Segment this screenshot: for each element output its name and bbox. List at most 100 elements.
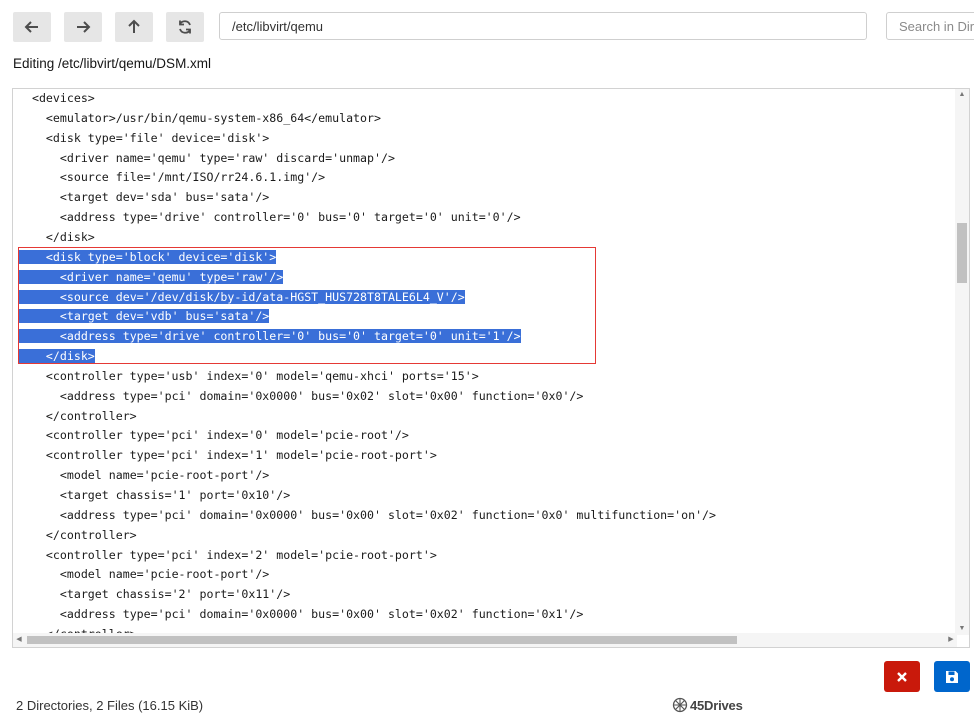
code-line[interactable]: </controller> bbox=[18, 406, 137, 426]
scroll-left-arrow-icon[interactable]: ◀ bbox=[13, 633, 25, 647]
path-input[interactable] bbox=[219, 12, 867, 40]
code-text: <controller type='pci' index='0' model='… bbox=[45, 428, 409, 443]
code-line[interactable]: <controller type='usb' index='0' model='… bbox=[18, 366, 479, 386]
code-line[interactable]: <target dev='vdb' bus='sata'/> bbox=[18, 306, 270, 326]
code-line[interactable]: <model name='pcie-root-port'/> bbox=[18, 564, 269, 584]
code-text: <driver name='qemu' type='raw' discard='… bbox=[59, 150, 395, 165]
selected-code-text[interactable]: </disk> bbox=[45, 349, 95, 364]
code-line[interactable]: <model name='pcie-root-port'/> bbox=[18, 465, 269, 485]
forward-button[interactable] bbox=[64, 12, 102, 42]
cancel-button[interactable] bbox=[884, 661, 920, 692]
back-button[interactable] bbox=[13, 12, 51, 42]
selected-code-text[interactable]: <address type='drive' controller='0' bus… bbox=[59, 329, 521, 344]
code-area[interactable]: <devices> <emulator>/usr/bin/qemu-system… bbox=[13, 89, 955, 633]
code-line[interactable]: </controller> bbox=[18, 624, 137, 633]
code-line[interactable]: </disk> bbox=[18, 346, 95, 366]
code-text: <address type='pci' domain='0x0000' bus=… bbox=[59, 388, 584, 403]
arrow-right-icon bbox=[77, 21, 91, 33]
arrow-up-icon bbox=[128, 19, 140, 33]
code-line[interactable]: <source file='/mnt/ISO/rr24.6.1.img'/> bbox=[18, 167, 325, 187]
vertical-scrollbar[interactable]: ▲ ▼ bbox=[955, 89, 969, 635]
brand-logo: 45Drives bbox=[672, 697, 743, 713]
code-line[interactable]: <disk type='block' device='disk'> bbox=[18, 247, 277, 267]
code-line[interactable]: <address type='drive' controller='0' bus… bbox=[18, 326, 521, 346]
code-line[interactable]: <devices> bbox=[18, 89, 95, 108]
selected-indent bbox=[18, 309, 60, 324]
code-text: <address type='drive' controller='0' bus… bbox=[59, 210, 521, 225]
code-text: <disk type='file' device='disk'> bbox=[45, 130, 270, 145]
code-line[interactable]: <target dev='sda' bus='sata'/> bbox=[18, 187, 269, 207]
code-editor[interactable]: <devices> <emulator>/usr/bin/qemu-system… bbox=[12, 88, 970, 648]
code-text: <address type='pci' domain='0x0000' bus=… bbox=[59, 507, 717, 522]
code-text: <emulator>/usr/bin/qemu-system-x86_64</e… bbox=[45, 110, 381, 125]
code-line[interactable]: </controller> bbox=[18, 525, 137, 545]
code-line[interactable]: <driver name='qemu' type='raw' discard='… bbox=[18, 148, 395, 168]
selected-code-text[interactable]: <driver name='qemu' type='raw'/> bbox=[59, 269, 284, 284]
save-button[interactable] bbox=[934, 661, 970, 692]
code-line[interactable]: <driver name='qemu' type='raw'/> bbox=[18, 267, 284, 287]
code-text: <controller type='pci' index='1' model='… bbox=[45, 448, 437, 463]
selected-code-text[interactable]: <target dev='vdb' bus='sata'/> bbox=[59, 309, 270, 324]
45drives-logo-icon bbox=[672, 697, 688, 713]
scroll-up-arrow-icon[interactable]: ▲ bbox=[955, 89, 969, 101]
scroll-down-arrow-icon[interactable]: ▼ bbox=[955, 623, 969, 635]
selected-indent bbox=[18, 289, 60, 304]
code-text: <address type='pci' domain='0x0000' bus=… bbox=[59, 607, 584, 622]
save-icon bbox=[946, 670, 958, 683]
code-text: <controller type='pci' index='2' model='… bbox=[45, 547, 437, 562]
directory-summary: 2 Directories, 2 Files (16.15 KiB) bbox=[16, 698, 204, 713]
editing-title: Editing /etc/libvirt/qemu/DSM.xml bbox=[13, 56, 212, 71]
code-line[interactable]: <address type='pci' domain='0x0000' bus=… bbox=[18, 604, 584, 624]
code-line[interactable]: <controller type='pci' index='2' model='… bbox=[18, 545, 437, 565]
code-line[interactable]: <target chassis='1' port='0x10'/> bbox=[18, 485, 290, 505]
code-text: <source file='/mnt/ISO/rr24.6.1.img'/> bbox=[59, 170, 326, 185]
code-line[interactable]: <address type='drive' controller='0' bus… bbox=[18, 207, 521, 227]
code-text: <devices> bbox=[31, 91, 95, 105]
code-text: <target chassis='1' port='0x10'/> bbox=[59, 488, 291, 502]
selected-indent bbox=[18, 269, 60, 284]
code-line[interactable]: <address type='pci' domain='0x0000' bus=… bbox=[18, 505, 716, 525]
selected-code-text[interactable]: <source dev='/dev/disk/by-id/ata-HGST_HU… bbox=[59, 289, 465, 304]
code-text: <target dev='sda' bus='sata'/> bbox=[59, 190, 270, 205]
scroll-right-arrow-icon[interactable]: ▶ bbox=[945, 633, 957, 647]
code-text: <model name='pcie-root-port'/> bbox=[59, 468, 270, 483]
search-input[interactable] bbox=[886, 12, 974, 40]
code-line[interactable]: <address type='pci' domain='0x0000' bus=… bbox=[18, 386, 584, 406]
code-line[interactable]: <source dev='/dev/disk/by-id/ata-HGST_HU… bbox=[18, 287, 465, 307]
code-line[interactable]: <emulator>/usr/bin/qemu-system-x86_64</e… bbox=[18, 108, 381, 128]
vertical-scroll-thumb[interactable] bbox=[957, 223, 967, 283]
code-line[interactable]: <controller type='pci' index='0' model='… bbox=[18, 425, 409, 445]
horizontal-scroll-thumb[interactable] bbox=[27, 636, 737, 644]
refresh-button[interactable] bbox=[166, 12, 204, 42]
selected-code-text[interactable]: <disk type='block' device='disk'> bbox=[45, 249, 277, 264]
arrow-left-icon bbox=[24, 21, 38, 33]
selected-indent bbox=[18, 249, 46, 264]
horizontal-scrollbar[interactable]: ◀ ▶ bbox=[13, 633, 957, 647]
code-line[interactable]: </disk> bbox=[18, 227, 95, 247]
code-text: </disk> bbox=[45, 229, 95, 244]
code-line[interactable]: <target chassis='2' port='0x11'/> bbox=[18, 584, 290, 604]
code-text: <controller type='usb' index='0' model='… bbox=[45, 368, 479, 383]
code-line[interactable]: <disk type='file' device='disk'> bbox=[18, 128, 269, 148]
up-directory-button[interactable] bbox=[115, 12, 153, 42]
code-text: <model name='pcie-root-port'/> bbox=[59, 567, 270, 582]
code-line[interactable]: <controller type='pci' index='1' model='… bbox=[18, 445, 437, 465]
selected-indent bbox=[18, 329, 60, 344]
